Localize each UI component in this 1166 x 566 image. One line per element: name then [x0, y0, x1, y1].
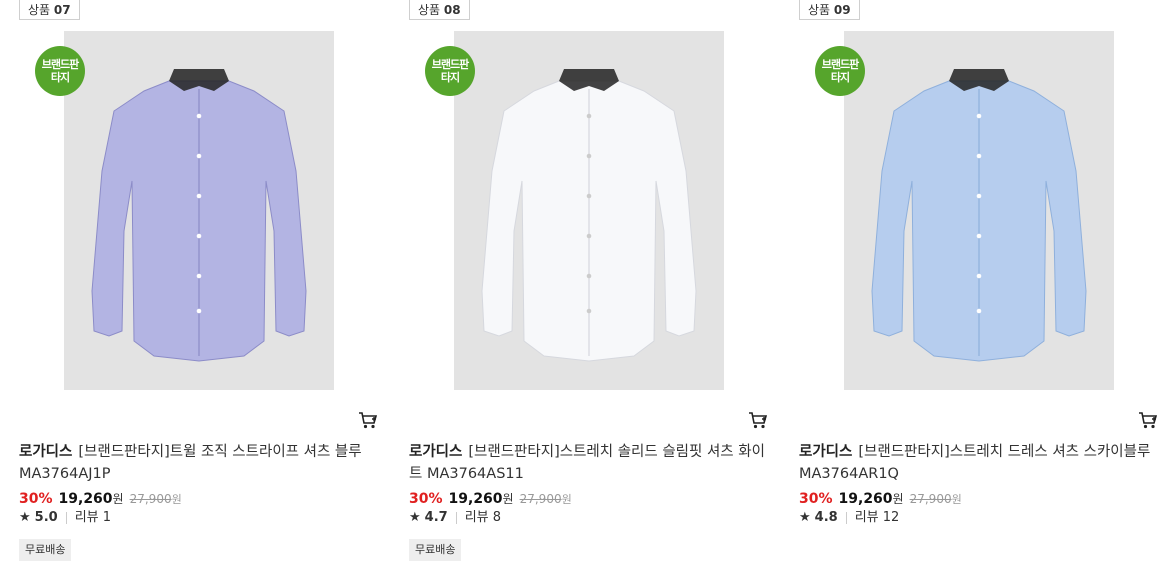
star-icon: ★: [19, 510, 31, 525]
price-row: 30% 19,260원 27,900원: [409, 491, 572, 507]
discount-rate: 30%: [19, 491, 53, 507]
discount-rate: 30%: [799, 491, 833, 507]
product-image[interactable]: [844, 31, 1114, 390]
divider: [845, 511, 847, 524]
review-count: 8: [492, 510, 502, 525]
star-icon: ★: [409, 510, 421, 525]
review-count: 12: [882, 510, 900, 525]
rank-label: 상품 09: [799, 0, 860, 20]
review-row: ★ 4.7 리뷰 8: [409, 509, 501, 527]
review-row: ★ 5.0 리뷰 1: [19, 509, 111, 527]
shirt-illustration: [481, 69, 697, 362]
product-card[interactable]: 상품 09 브랜드판타지 로가디스 [브랜드판타지]스트레치 드레스 셔츠 스카이…: [799, 0, 1166, 566]
currency: 원: [502, 492, 514, 506]
brand-fantasy-badge: 브랜드판타지: [815, 46, 865, 96]
discount-rate: 30%: [409, 491, 443, 507]
product-card[interactable]: 상품 08 브랜드판타지 로가디스 [브랜드판타지]스트레치 솔리드 슬림핏 셔츠…: [409, 0, 779, 566]
brand-name: 로가디스: [19, 444, 73, 460]
product-name: [브랜드판타지]스트레치 솔리드 슬림핏 셔츠 화이트 MA3764AS11: [409, 444, 765, 482]
currency: 원: [892, 492, 904, 506]
product-title[interactable]: 로가디스 [브랜드판타지]트윌 조직 스트라이프 셔츠 블루 MA3764AJ1P: [19, 441, 379, 485]
star-icon: ★: [799, 510, 811, 525]
sale-price: 19,260: [58, 491, 113, 507]
product-title[interactable]: 로가디스 [브랜드판타지]스트레치 드레스 셔츠 스카이블루 MA3764AR1Q: [799, 441, 1159, 485]
review-label: 리뷰: [464, 510, 489, 525]
product-image[interactable]: [64, 31, 334, 390]
cart-icon[interactable]: [358, 410, 378, 430]
free-shipping-tag: 무료배송: [19, 539, 72, 561]
free-shipping-tag: 무료배송: [409, 539, 462, 561]
original-price: 27,900: [519, 492, 562, 506]
original-price: 27,900: [909, 492, 952, 506]
sale-price: 19,260: [448, 491, 503, 507]
product-title[interactable]: 로가디스 [브랜드판타지]스트레치 솔리드 슬림핏 셔츠 화이트 MA3764AS…: [409, 441, 769, 485]
review-label: 리뷰: [854, 510, 879, 525]
cart-icon[interactable]: [748, 410, 768, 430]
shirt-illustration: [871, 69, 1087, 362]
brand-fantasy-badge: 브랜드판타지: [35, 46, 85, 96]
product-card[interactable]: 상품 07 브랜드판타지 로가디스 [브랜드판타지]트윌 조직 스트라이프 셔츠 …: [19, 0, 389, 566]
review-row: ★ 4.8 리뷰 12: [799, 509, 899, 527]
cart-icon[interactable]: [1138, 410, 1158, 430]
price-row: 30% 19,260원 27,900원: [799, 491, 962, 507]
brand-name: 로가디스: [409, 444, 463, 460]
rating: 4.7: [424, 510, 448, 525]
rating: 4.8: [814, 510, 838, 525]
product-image[interactable]: [454, 31, 724, 390]
brand-fantasy-badge: 브랜드판타지: [425, 46, 475, 96]
sale-price: 19,260: [838, 491, 893, 507]
divider: [455, 511, 457, 524]
review-count: 1: [102, 510, 112, 525]
rank-label: 상품 07: [19, 0, 80, 20]
divider: [65, 511, 67, 524]
rank-label: 상품 08: [409, 0, 470, 20]
currency: 원: [112, 492, 124, 506]
rating: 5.0: [34, 510, 58, 525]
review-label: 리뷰: [74, 510, 99, 525]
original-price: 27,900: [129, 492, 172, 506]
price-row: 30% 19,260원 27,900원: [19, 491, 182, 507]
shirt-illustration: [91, 69, 307, 362]
brand-name: 로가디스: [799, 444, 853, 460]
